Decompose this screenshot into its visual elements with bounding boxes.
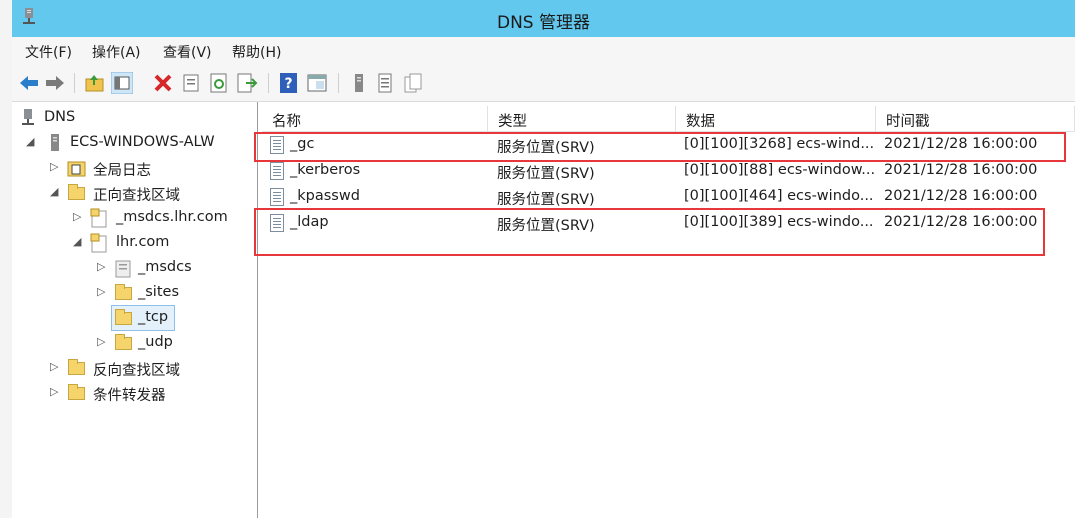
zone-icon <box>90 233 107 253</box>
record-list: 名称 类型 数据 时间戳 _gc 服务位置(SRV) [0][100][3268… <box>262 102 1075 518</box>
expanded-arrow-icon[interactable]: ◢ <box>50 185 58 198</box>
delegated-folder-icon <box>115 260 131 278</box>
dns-icon <box>22 109 34 125</box>
background-window-edge <box>0 0 12 518</box>
menu-file[interactable]: 文件(F) <box>25 42 72 62</box>
cell-timestamp: 2021/12/28 16:00:00 <box>884 162 1038 178</box>
tree-label: 全局日志 <box>93 163 151 179</box>
record-list-icon[interactable] <box>374 72 396 94</box>
folder-icon <box>113 283 135 303</box>
collapsed-arrow-icon[interactable]: ▷ <box>50 360 58 373</box>
toolbar-separator <box>268 73 269 93</box>
menu-bar: 文件(F) 操作(A) 查看(V) 帮助(H) <box>12 37 1075 65</box>
up-folder-icon[interactable] <box>84 72 106 94</box>
column-header-type[interactable]: 类型 <box>488 106 676 132</box>
tree-label: 正向查找区域 <box>93 188 180 204</box>
column-header-timestamp[interactable]: 时间戳 <box>876 106 1075 132</box>
tree-label: DNS <box>44 109 76 125</box>
export-list-icon[interactable] <box>236 72 258 94</box>
highlight-box-ldap <box>254 208 1045 256</box>
menu-view[interactable]: 查看(V) <box>163 42 212 62</box>
collapsed-arrow-icon[interactable]: ▷ <box>73 210 81 223</box>
svg-text:?: ? <box>284 76 292 92</box>
collapsed-arrow-icon[interactable]: ▷ <box>97 335 105 348</box>
delete-icon[interactable] <box>152 72 174 94</box>
toolbar-separator <box>338 73 339 93</box>
table-row[interactable]: _kerberos 服务位置(SRV) [0][100][88] ecs-win… <box>262 159 1075 185</box>
forward-icon[interactable] <box>44 72 66 94</box>
tree-label: ECS-WINDOWS-ALW <box>70 134 215 150</box>
console-tree: DNS ◢ ECS-WINDOWS-ALW ▷ 全局日志 ◢ 正向查找区域 ▷ … <box>12 102 258 518</box>
server-icon <box>51 134 59 151</box>
cell-data: [0][100][88] ecs-window... <box>684 162 876 178</box>
collapsed-arrow-icon[interactable]: ▷ <box>97 260 105 273</box>
tree-label: _tcp <box>138 309 169 325</box>
refresh-icon[interactable] <box>208 72 230 94</box>
column-header-name[interactable]: 名称 <box>262 106 488 132</box>
server-icon[interactable] <box>348 72 370 94</box>
toolbar-separator <box>74 73 75 93</box>
cell-data: [0][100][464] ecs-windo... <box>684 188 874 204</box>
tree-label: _sites <box>138 284 179 300</box>
tree-label: _msdcs.lhr.com <box>116 209 228 225</box>
tree-label: 反向查找区域 <box>93 363 180 379</box>
back-icon[interactable] <box>18 72 40 94</box>
tree-label: lhr.com <box>116 234 170 250</box>
column-header-data[interactable]: 数据 <box>676 106 876 132</box>
folder-icon <box>66 383 88 403</box>
expanded-arrow-icon[interactable]: ◢ <box>73 235 81 248</box>
collapsed-arrow-icon[interactable]: ▷ <box>97 285 105 298</box>
highlight-box-gc <box>254 132 1066 162</box>
log-folder-icon <box>67 161 86 177</box>
collapsed-arrow-icon[interactable]: ▷ <box>50 385 58 398</box>
srv-record-icon <box>270 162 284 180</box>
tree-label: 条件转发器 <box>93 388 166 404</box>
console-icon[interactable] <box>306 72 328 94</box>
expanded-arrow-icon[interactable]: ◢ <box>26 135 34 148</box>
tree-label: _msdcs <box>138 259 192 275</box>
window-title: DNS 管理器 <box>496 13 590 33</box>
record-copy-icon[interactable] <box>402 72 424 94</box>
properties-icon[interactable] <box>180 72 202 94</box>
collapsed-arrow-icon[interactable]: ▷ <box>50 160 58 173</box>
zone-icon <box>90 208 107 228</box>
folder-icon <box>113 333 135 353</box>
cell-type: 服务位置(SRV) <box>497 192 595 208</box>
toolbar: ? <box>12 65 1075 102</box>
cell-type: 服务位置(SRV) <box>497 166 595 182</box>
show-hide-tree-icon[interactable] <box>111 72 133 94</box>
cell-timestamp: 2021/12/28 16:00:00 <box>884 188 1038 204</box>
srv-record-icon <box>270 188 284 206</box>
cell-name: _kerberos <box>290 162 361 178</box>
folder-icon <box>66 358 88 378</box>
cell-name: _kpasswd <box>290 188 360 204</box>
folder-icon <box>66 183 88 203</box>
title-bar: DNS 管理器 <box>12 0 1075 37</box>
menu-action[interactable]: 操作(A) <box>92 42 141 62</box>
folder-icon <box>113 308 135 328</box>
menu-help[interactable]: 帮助(H) <box>232 42 281 62</box>
help-icon[interactable]: ? <box>278 72 300 94</box>
tree-label: _udp <box>138 334 173 350</box>
